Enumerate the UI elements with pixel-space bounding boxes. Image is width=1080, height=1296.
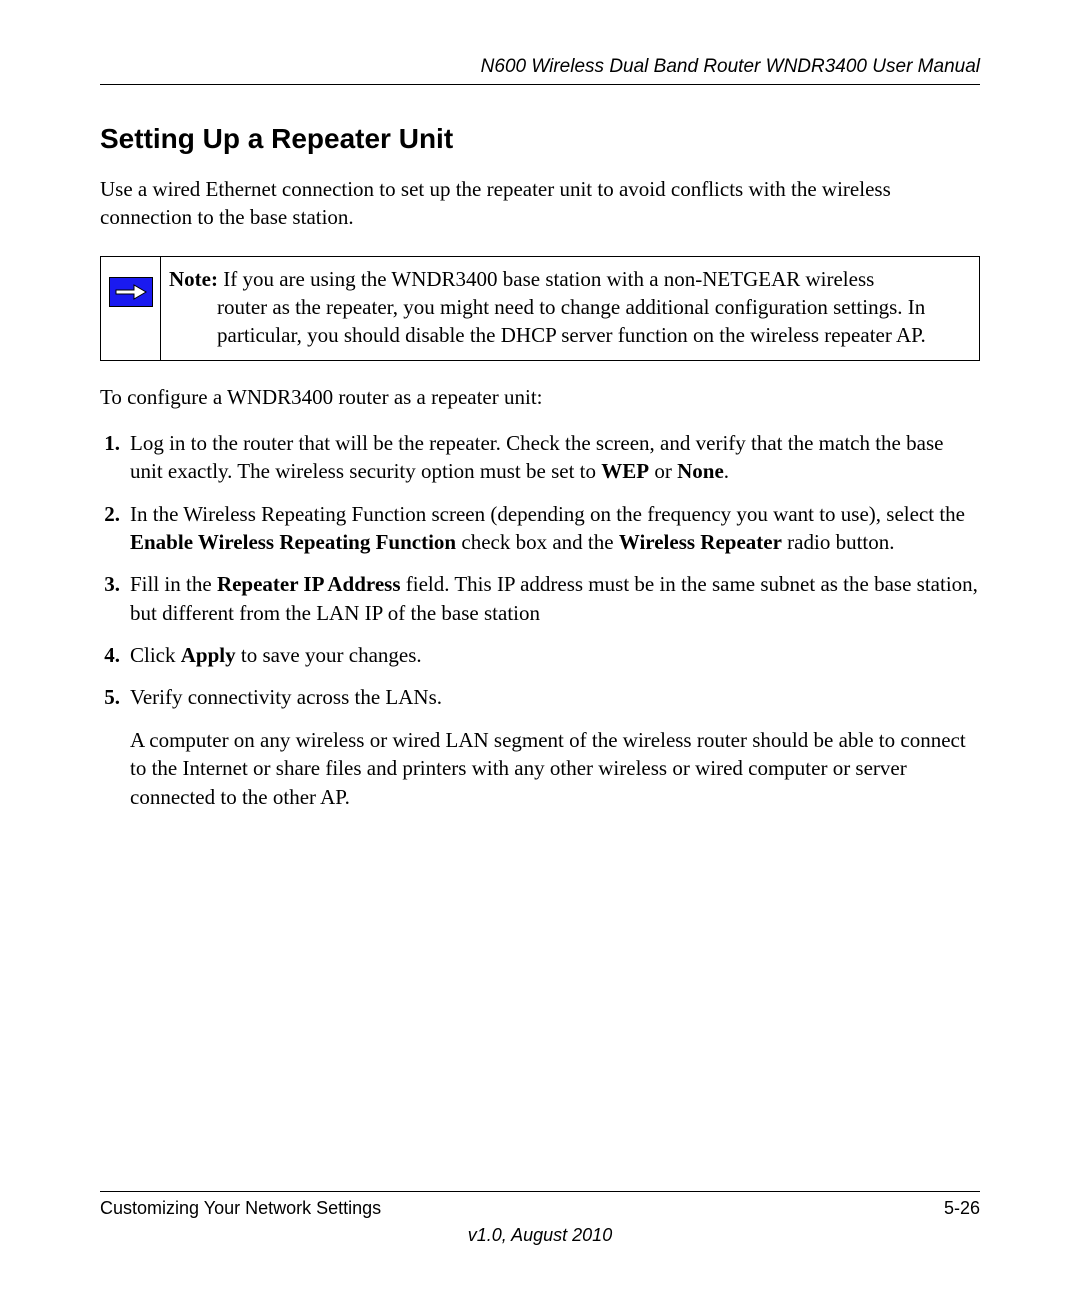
note-text: Note: If you are using the WNDR3400 base… xyxy=(161,257,979,360)
step-body: Fill in the Repeater IP Address field. T… xyxy=(130,570,980,627)
step-number: 5. xyxy=(100,683,130,810)
arrow-right-icon xyxy=(109,277,153,307)
step-body: Click Apply to save your changes. xyxy=(130,641,980,669)
page-footer: Customizing Your Network Settings 5-26 v… xyxy=(100,1185,980,1246)
note-line1: If you are using the WNDR3400 base stati… xyxy=(218,267,874,291)
list-item: 3. Fill in the Repeater IP Address field… xyxy=(100,570,980,627)
step-body: Verify connectivity across the LANs. A c… xyxy=(130,683,980,810)
footer-section: Customizing Your Network Settings xyxy=(100,1198,381,1219)
note-continuation: router as the repeater, you might need t… xyxy=(169,293,965,350)
step-subtext: A computer on any wireless or wired LAN … xyxy=(130,726,980,811)
footer-page-number: 5-26 xyxy=(944,1198,980,1219)
doc-title: N600 Wireless Dual Band Router WNDR3400 … xyxy=(481,56,980,77)
section-intro: Use a wired Ethernet connection to set u… xyxy=(100,175,980,232)
list-item: 4. Click Apply to save your changes. xyxy=(100,641,980,669)
note-box: Note: If you are using the WNDR3400 base… xyxy=(100,256,980,361)
section-title: Setting Up a Repeater Unit xyxy=(100,123,980,155)
steps-list: 1. Log in to the router that will be the… xyxy=(100,429,980,825)
list-item: 1. Log in to the router that will be the… xyxy=(100,429,980,486)
note-label: Note: xyxy=(169,267,218,291)
step-body: In the Wireless Repeating Function scree… xyxy=(130,500,980,557)
step-number: 3. xyxy=(100,570,130,627)
list-item: 2. In the Wireless Repeating Function sc… xyxy=(100,500,980,557)
step-number: 2. xyxy=(100,500,130,557)
step-body: Log in to the router that will be the re… xyxy=(130,429,980,486)
step-number: 4. xyxy=(100,641,130,669)
note-icon-cell xyxy=(101,257,161,360)
list-item: 5. Verify connectivity across the LANs. … xyxy=(100,683,980,810)
step-number: 1. xyxy=(100,429,130,486)
lead-text: To configure a WNDR3400 router as a repe… xyxy=(100,383,980,411)
page-header: N600 Wireless Dual Band Router WNDR3400 … xyxy=(100,56,980,85)
footer-version: v1.0, August 2010 xyxy=(100,1225,980,1246)
